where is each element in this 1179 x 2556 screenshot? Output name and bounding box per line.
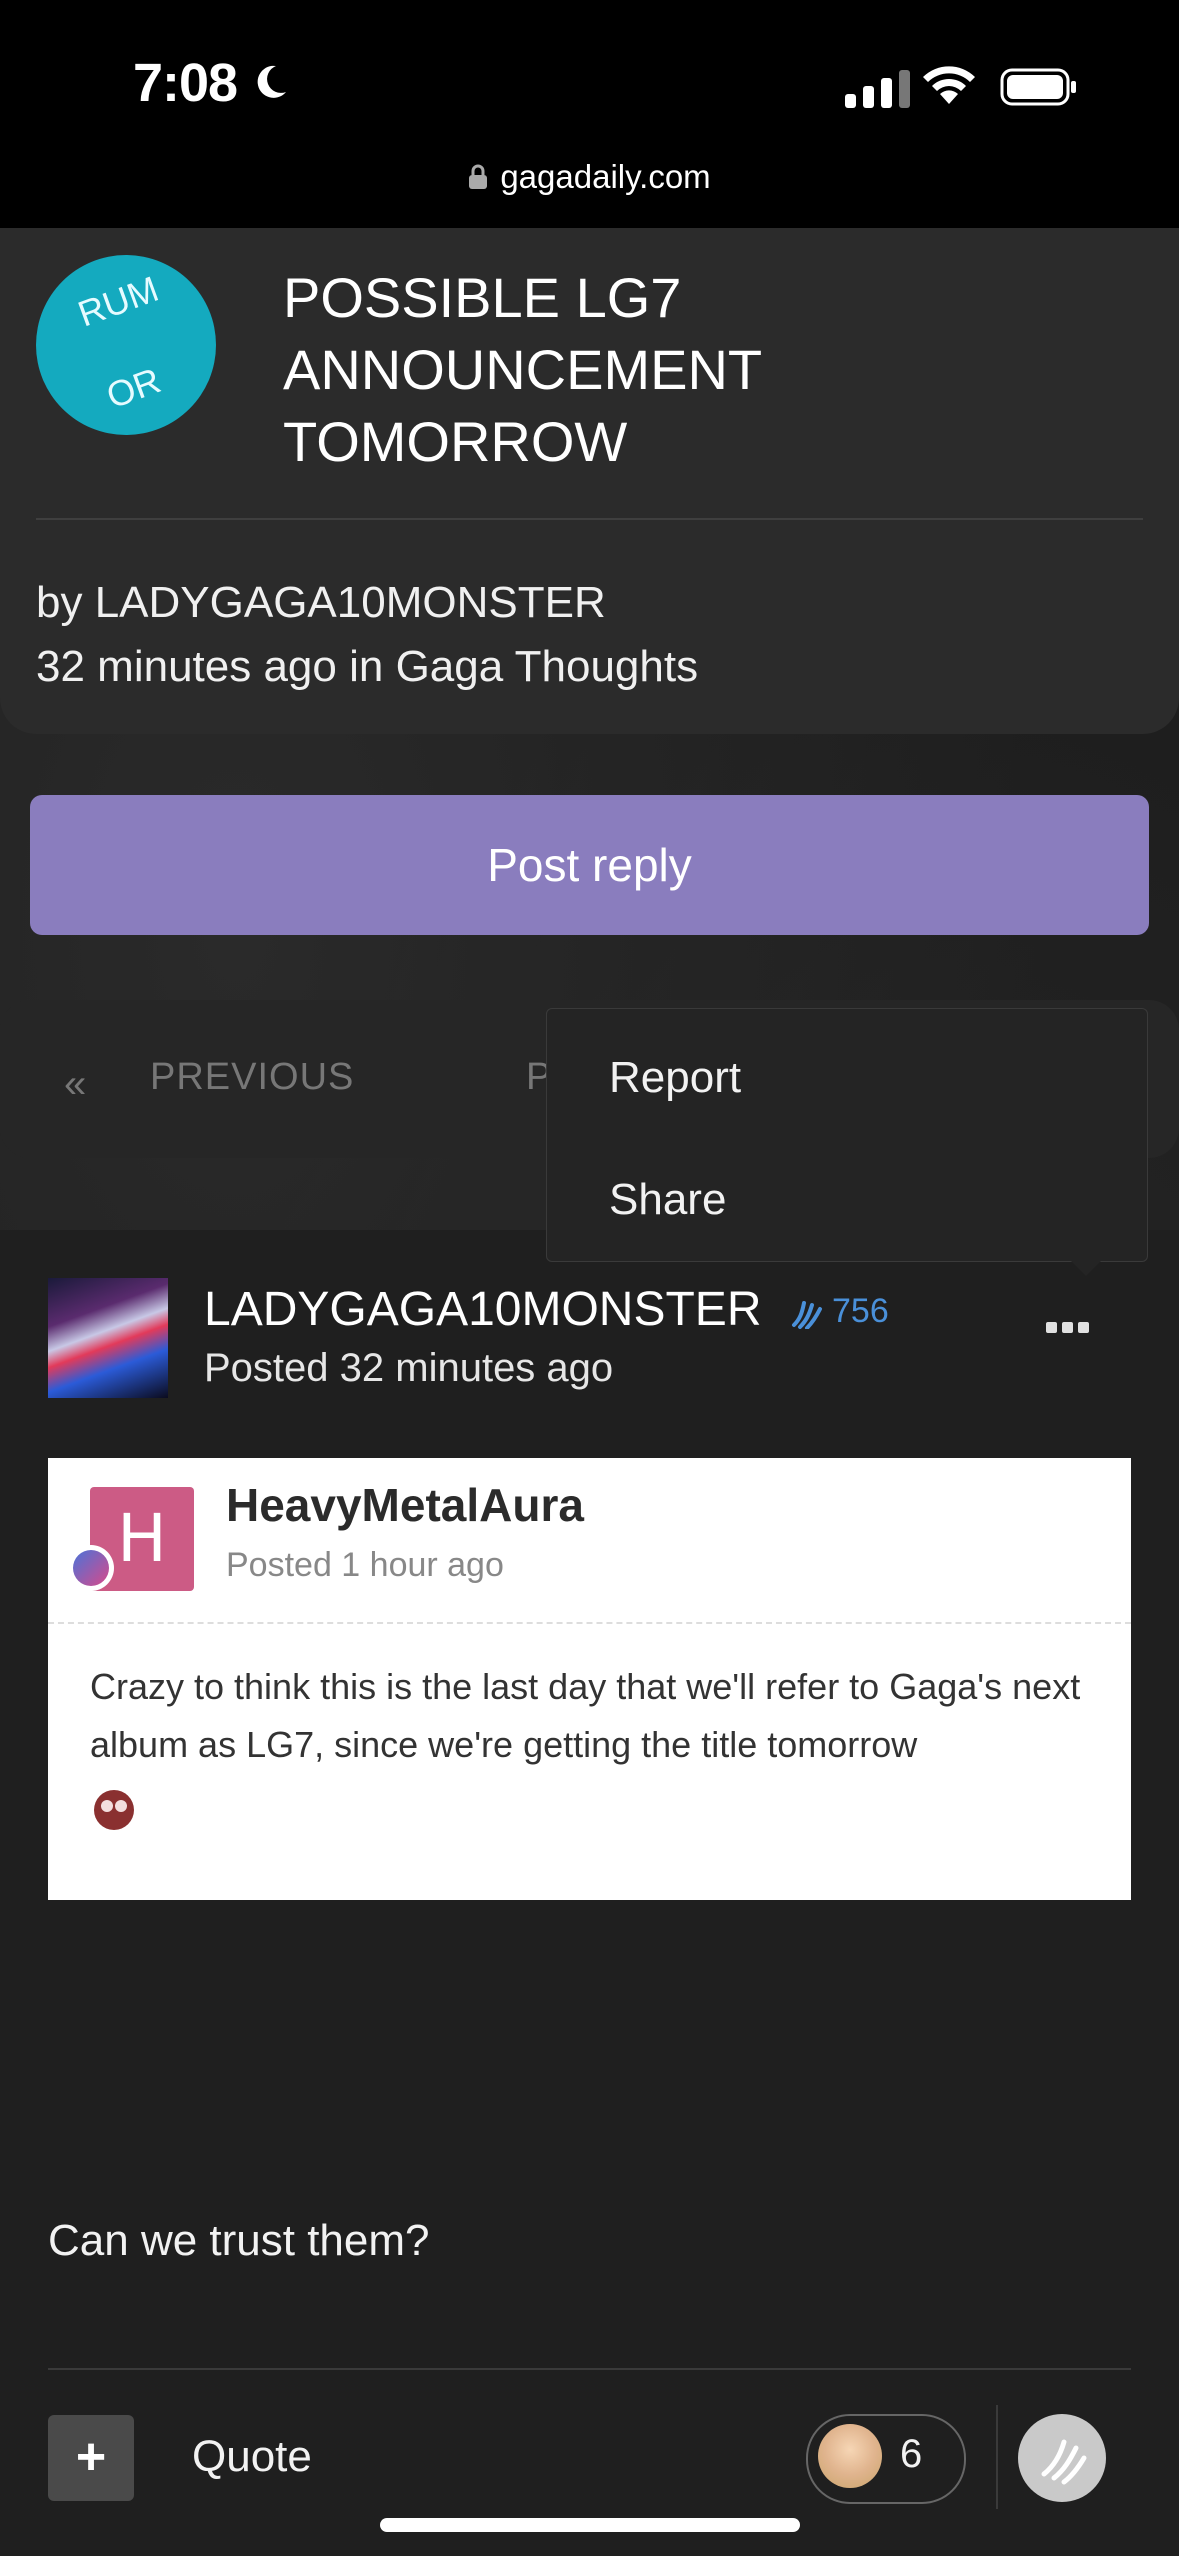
- more-options-icon[interactable]: [1046, 1322, 1089, 1333]
- shook-reaction-icon: [818, 2424, 882, 2488]
- quote-button[interactable]: Quote: [192, 2432, 312, 2482]
- react-button-icon[interactable]: [1018, 2414, 1106, 2502]
- rumor-badge-line2: OR: [101, 359, 166, 417]
- thread-author-byline[interactable]: by LADYGAGA10MONSTER: [36, 578, 606, 628]
- claw-react-icon: [1041, 2439, 1087, 2485]
- battery-icon: [1000, 68, 1076, 106]
- reputation-badge: 756: [790, 1292, 889, 1331]
- home-indicator: [380, 2518, 800, 2532]
- moon-icon: [257, 65, 286, 98]
- rumor-badge: RUM OR: [36, 255, 216, 435]
- quote-avatar-badge-icon: [68, 1545, 114, 1591]
- menu-item-share[interactable]: Share: [609, 1175, 726, 1225]
- shocked-emoji-icon: [94, 1790, 134, 1830]
- post-reply-button[interactable]: Post reply: [30, 795, 1149, 935]
- clock: 7:08: [133, 53, 238, 113]
- thread-title: POSSIBLE LG7 ANNOUNCEMENT TOMORROW: [283, 266, 762, 473]
- reputation-count: 756: [832, 1292, 889, 1330]
- quote-divider: [48, 1622, 1131, 1624]
- quote-timestamp: Posted 1 hour ago: [226, 1546, 504, 1584]
- post-divider: [48, 2368, 1131, 2370]
- wifi-icon: [923, 66, 975, 104]
- avatar[interactable]: [48, 1278, 168, 1398]
- claw-icon: [792, 1300, 822, 1329]
- quote-text: Crazy to think this is the last day that…: [90, 1666, 1081, 1765]
- cellular-signal-icon: [845, 68, 910, 108]
- post-author[interactable]: LADYGAGA10MONSTER: [204, 1282, 761, 1337]
- lock-icon: [469, 164, 488, 189]
- url-text: gagadaily.com: [500, 158, 711, 195]
- reaction-count[interactable]: 6: [900, 2432, 922, 2477]
- previous-chevron-icon[interactable]: «: [64, 1062, 86, 1107]
- multiquote-plus-button[interactable]: +: [48, 2415, 134, 2501]
- previous-page-button[interactable]: PREVIOUS: [150, 1056, 354, 1099]
- post-options-menu: Report Share: [546, 1008, 1148, 1262]
- post-body: Can we trust them?: [48, 2216, 430, 2265]
- menu-item-report[interactable]: Report: [609, 1053, 741, 1103]
- thread-meta[interactable]: 32 minutes ago in Gaga Thoughts: [36, 642, 698, 692]
- menu-arrow: [1068, 1258, 1104, 1276]
- rumor-badge-line1: RUM: [72, 267, 164, 335]
- url-bar[interactable]: gagadaily.com: [0, 158, 1179, 196]
- header-divider: [36, 518, 1143, 520]
- footer-divider: [996, 2405, 998, 2509]
- status-bar: 7:08 gagadaily.com: [0, 0, 1179, 228]
- quote-author[interactable]: HeavyMetalAura: [226, 1478, 584, 1532]
- post-timestamp: Posted 32 minutes ago: [204, 1346, 614, 1390]
